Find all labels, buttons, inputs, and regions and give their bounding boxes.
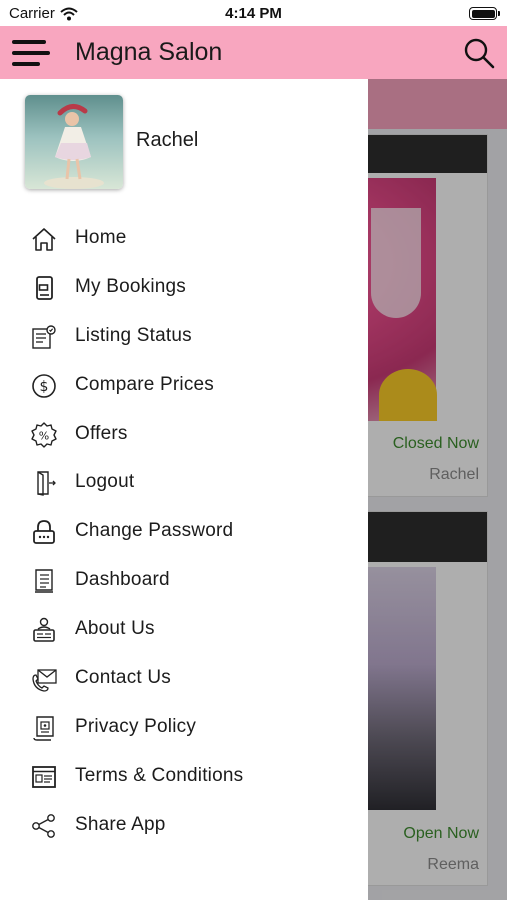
bookings-icon [30, 274, 58, 302]
privacy-document-icon [30, 714, 58, 742]
listing-status-icon [30, 323, 58, 351]
menu-item-contact-us[interactable]: Contact Us [0, 656, 368, 705]
menu-item-dashboard[interactable]: Dashboard [0, 558, 368, 607]
avatar[interactable] [25, 95, 123, 189]
navigation-drawer: Rachel Home My Bookings Listing Status $… [0, 79, 368, 900]
profile-photo [44, 104, 104, 189]
contact-icon [30, 665, 58, 693]
user-name: Rachel [136, 129, 199, 151]
app-bar: Magna Salon [0, 26, 507, 79]
menu-item-offers[interactable]: % Offers [0, 412, 368, 461]
svg-text:%: % [39, 429, 49, 442]
clock: 4:14 PM [225, 5, 282, 22]
search-icon[interactable] [463, 37, 495, 69]
menu-item-share-app[interactable]: Share App [0, 803, 368, 852]
menu-item-label: Contact Us [75, 667, 171, 689]
menu-item-change-password[interactable]: Change Password [0, 509, 368, 558]
app-title: Magna Salon [75, 38, 223, 66]
menu-item-label: Listing Status [75, 324, 192, 346]
menu-item-terms-conditions[interactable]: Terms & Conditions [0, 754, 368, 803]
svg-text:$: $ [40, 379, 49, 395]
menu-item-listing-status[interactable]: Listing Status [0, 314, 368, 363]
menu-item-label: Compare Prices [75, 373, 215, 395]
dashboard-book-icon [30, 567, 58, 595]
status-bar: Carrier 4:14 PM [0, 0, 507, 26]
menu-item-logout[interactable]: Logout [0, 460, 368, 509]
menu-item-about-us[interactable]: About Us [0, 607, 368, 656]
logout-door-icon [30, 469, 58, 497]
menu-item-compare-prices[interactable]: $ Compare Prices [0, 363, 368, 412]
menu-item-home[interactable]: Home [0, 216, 368, 265]
terms-icon [30, 763, 58, 791]
about-icon [30, 616, 58, 644]
menu-item-label: Privacy Policy [75, 715, 197, 737]
lock-icon [30, 518, 58, 546]
menu-item-label: About Us [75, 618, 155, 640]
menu-item-label: Dashboard [75, 569, 170, 591]
menu-item-label: Terms & Conditions [75, 764, 244, 786]
menu-item-label: Logout [75, 471, 135, 493]
dollar-icon: $ [30, 372, 58, 400]
hamburger-menu-icon[interactable] [12, 38, 50, 68]
home-icon [30, 225, 58, 253]
battery-icon [469, 7, 500, 20]
menu-item-privacy-policy[interactable]: Privacy Policy [0, 705, 368, 754]
menu-item-label: My Bookings [75, 275, 186, 297]
menu-item-my-bookings[interactable]: My Bookings [0, 265, 368, 314]
menu-item-label: Share App [75, 813, 166, 835]
menu-item-label: Offers [75, 422, 128, 444]
share-icon [30, 812, 58, 840]
menu-item-label: Change Password [75, 520, 234, 542]
drawer-menu: Home My Bookings Listing Status $ Compar… [0, 216, 368, 852]
menu-item-label: Home [75, 227, 127, 248]
percent-badge-icon: % [30, 421, 58, 449]
